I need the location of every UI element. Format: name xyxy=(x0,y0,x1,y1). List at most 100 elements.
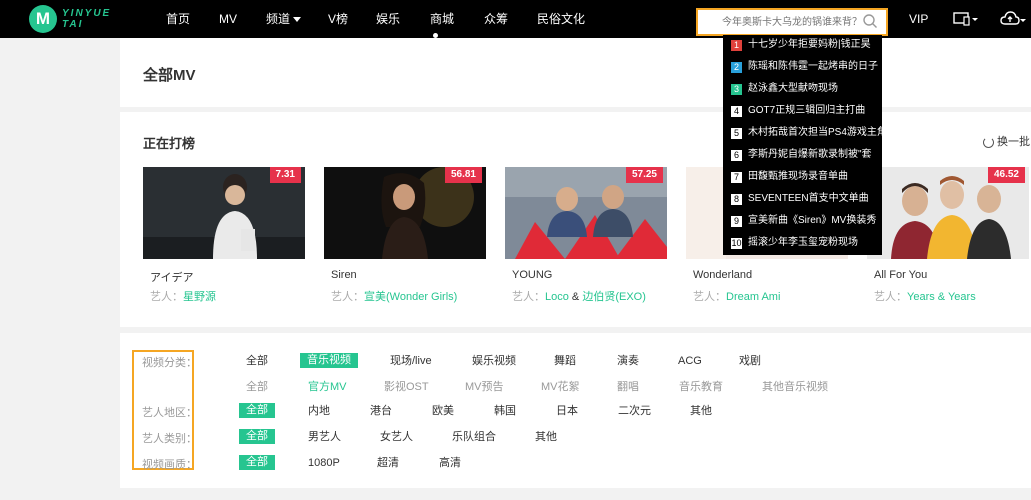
mv-thumbnail[interactable]: 7.31 xyxy=(143,167,305,259)
filter-option[interactable]: 高清 xyxy=(439,456,461,471)
nav-entertainment[interactable]: 娱乐 xyxy=(376,0,400,38)
artist-prefix: 艺人： xyxy=(512,291,545,303)
filter-option[interactable]: 其他 xyxy=(690,404,712,419)
rank-badge: 1 xyxy=(731,39,742,51)
suggestion-text: 宣美新曲《Siren》MV换装秀 xyxy=(748,215,877,226)
filter-option[interactable]: 欧美 xyxy=(432,404,454,419)
filter-suboption-selected[interactable]: 官方MV xyxy=(308,380,347,395)
suggestion-item[interactable]: 2 陈瑶和陈伟霆一起烤串的日子 xyxy=(731,58,878,76)
filter-option[interactable]: 全部 xyxy=(246,354,268,369)
artist-link[interactable]: 星野源 xyxy=(183,291,216,303)
filter-suboption[interactable]: 影视OST xyxy=(384,380,429,395)
score-badge: 7.31 xyxy=(269,167,301,183)
refresh-button[interactable]: 换一批 xyxy=(983,133,1030,149)
rank-badge: 8 xyxy=(731,193,742,205)
filter-option[interactable]: 港台 xyxy=(370,404,392,419)
suggestion-text: GOT7正规三辑回归主打曲 xyxy=(748,105,866,116)
vip-link[interactable]: VIP xyxy=(909,0,928,38)
mv-artist: 艺人：星野源 xyxy=(150,288,216,304)
filter-option[interactable]: 男艺人 xyxy=(308,430,341,445)
rank-badge: 5 xyxy=(731,127,742,139)
suggestion-item[interactable]: 10 摇滚少年李玉玺宠粉现场 xyxy=(731,234,858,252)
filter-option[interactable]: 现场/live xyxy=(390,354,432,369)
suggestion-item[interactable]: 1 十七岁少年拒要妈粉|钱正昊 xyxy=(731,36,871,54)
mv-title[interactable]: Wonderland xyxy=(693,269,752,281)
filter-suboption[interactable]: MV花絮 xyxy=(541,380,580,395)
artist-link[interactable]: 边伯贤(EXO) xyxy=(582,291,646,303)
cloud-upload-icon[interactable] xyxy=(1000,10,1026,28)
filter-label-video-type: 视频分类： xyxy=(142,357,197,369)
filter-option-selected[interactable]: 全部 xyxy=(239,455,275,470)
filter-suboption[interactable]: 其他音乐视频 xyxy=(762,380,828,395)
rank-badge: 7 xyxy=(731,171,742,183)
mv-title[interactable]: アイデア xyxy=(150,269,193,285)
mv-artist: 艺人：Loco & 边伯贤(EXO) xyxy=(512,288,646,304)
filter-label-quality: 视频画质： xyxy=(142,459,197,471)
filter-option[interactable]: 女艺人 xyxy=(380,430,413,445)
suggestion-item[interactable]: 8 SEVENTEEN首支中文单曲 xyxy=(731,190,869,208)
suggestion-item[interactable]: 3 赵泳鑫大型献吻现场 xyxy=(731,80,838,98)
nav-crowdfunding[interactable]: 众筹 xyxy=(484,0,508,38)
mv-artist: 艺人：Dream Ami xyxy=(693,288,780,304)
filter-option-selected[interactable]: 音乐视频 xyxy=(300,353,358,368)
search-input[interactable] xyxy=(722,12,884,32)
rank-badge: 3 xyxy=(731,83,742,95)
filter-option[interactable]: 1080P xyxy=(308,456,340,471)
filter-option[interactable]: ACG xyxy=(678,354,702,369)
filter-option[interactable]: 超清 xyxy=(377,456,399,471)
artist-prefix: 艺人： xyxy=(331,291,364,303)
suggestion-item[interactable]: 7 田馥甄推现场录音单曲 xyxy=(731,168,848,186)
filter-suboption[interactable]: 音乐教育 xyxy=(679,380,723,395)
score-badge: 57.25 xyxy=(625,167,663,183)
mv-thumbnail[interactable]: 56.81 xyxy=(324,167,486,259)
mv-thumbnail[interactable]: 46.52 xyxy=(867,167,1029,259)
suggestion-item[interactable]: 6 李斯丹妮自爆新歌录制被"套 xyxy=(731,146,872,164)
filter-option[interactable]: 舞蹈 xyxy=(554,354,576,369)
suggestion-item[interactable]: 4 GOT7正规三辑回归主打曲 xyxy=(731,102,865,120)
suggestion-text: 李斯丹妮自爆新歌录制被"套 xyxy=(748,149,872,160)
search-suggestions-dropdown: 1 十七岁少年拒要妈粉|钱正昊 2 陈瑶和陈伟霆一起烤串的日子 3 赵泳鑫大型献吻现场… xyxy=(723,35,887,255)
filter-option-selected[interactable]: 全部 xyxy=(239,403,275,418)
artist-prefix: 艺人： xyxy=(874,291,907,303)
filter-option[interactable]: 二次元 xyxy=(618,404,651,419)
suggestion-text: 十七岁少年拒要妈粉|钱正昊 xyxy=(748,39,871,50)
search-icon[interactable] xyxy=(862,13,878,29)
search-box xyxy=(696,8,888,36)
mv-title[interactable]: All For You xyxy=(874,269,927,281)
suggestion-item[interactable]: 5 木村拓哉首次担当PS4游戏主角 xyxy=(731,124,887,142)
mv-thumbnail[interactable]: 57.25 xyxy=(505,167,667,259)
filter-option[interactable]: 戏剧 xyxy=(739,354,761,369)
filter-suboption[interactable]: 翻唱 xyxy=(617,380,639,395)
mv-title[interactable]: Siren xyxy=(331,269,357,281)
artist-joiner: & xyxy=(571,291,580,303)
mv-artist: 艺人：宣美(Wonder Girls) xyxy=(331,288,457,304)
filter-option[interactable]: 演奏 xyxy=(617,354,639,369)
filter-suboption[interactable]: 全部 xyxy=(246,380,268,395)
artist-link[interactable]: Dream Ami xyxy=(726,291,780,303)
mv-artist: 艺人：Years & Years xyxy=(874,288,976,304)
filter-option[interactable]: 日本 xyxy=(556,404,578,419)
artist-link[interactable]: Loco xyxy=(545,291,569,303)
caret-down-icon xyxy=(293,17,302,23)
filter-option[interactable]: 乐队组合 xyxy=(452,430,496,445)
nav-vchart[interactable]: V榜 xyxy=(328,0,348,38)
artist-link[interactable]: 宣美(Wonder Girls) xyxy=(364,291,457,303)
nav-home[interactable]: 首页 xyxy=(166,0,190,38)
filter-option[interactable]: 内地 xyxy=(308,404,330,419)
filter-option-selected[interactable]: 全部 xyxy=(239,429,275,444)
filter-option[interactable]: 其他 xyxy=(535,430,557,445)
mv-title[interactable]: YOUNG xyxy=(512,269,552,281)
suggestion-item[interactable]: 9 宣美新曲《Siren》MV换装秀 xyxy=(731,212,876,230)
artist-link[interactable]: Years & Years xyxy=(907,291,976,303)
suggestion-text: 田馥甄推现场录音单曲 xyxy=(748,171,848,182)
filter-option[interactable]: 娱乐视频 xyxy=(472,354,516,369)
nav-channel[interactable]: 频道 xyxy=(266,0,302,38)
nav-mv[interactable]: MV xyxy=(219,0,237,38)
suggestion-text: 摇滚少年李玉玺宠粉现场 xyxy=(748,237,858,248)
filter-option[interactable]: 韩国 xyxy=(494,404,516,419)
monitor-icon[interactable] xyxy=(953,12,979,26)
logo-icon[interactable]: M xyxy=(29,5,57,33)
logo-text: YINYUE TAI xyxy=(62,8,111,30)
nav-folk-culture[interactable]: 民俗文化 xyxy=(537,0,585,38)
filter-suboption[interactable]: MV预告 xyxy=(465,380,504,395)
